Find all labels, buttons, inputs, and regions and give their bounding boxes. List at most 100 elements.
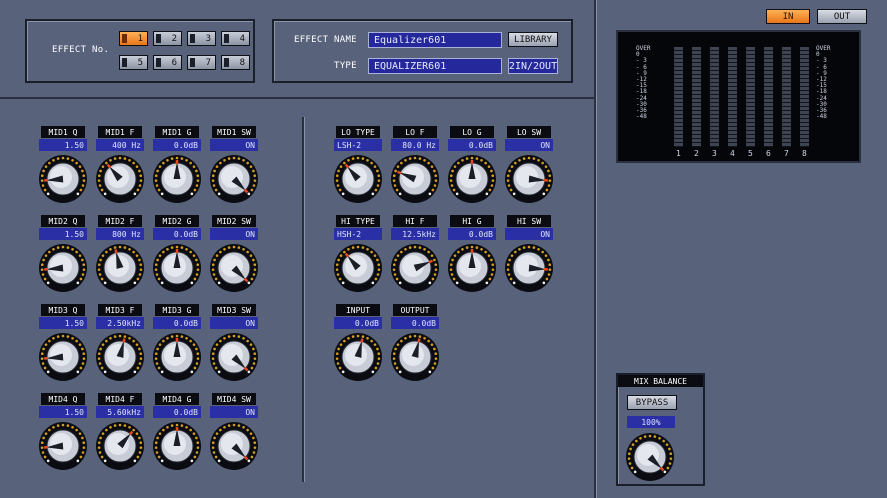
meter-channel-bar [728,47,737,147]
effect-info-panel: EFFECT NAME Equalizer601 LIBRARY TYPE EQ… [272,19,573,83]
param-label: MID3 SW [212,304,256,316]
param-value: 80.0 Hz [391,139,439,151]
param-value: ON [210,406,258,418]
param-value: 1.50 [39,317,87,329]
effect-number-button-1[interactable]: 1 [119,31,148,46]
param-knob[interactable] [447,242,497,292]
band-param-cell: LO G 0.0dB [445,126,499,208]
mid-param-cell: MID3 F 2.50kHz [93,304,147,386]
param-knob[interactable] [38,420,88,470]
param-label: OUTPUT [393,304,437,316]
param-knob[interactable] [333,153,383,203]
effect-number-label: EFFECT No. [52,45,110,55]
param-value: ON [210,317,258,329]
param-value: HSH-2 [334,228,382,240]
param-label: HI G [450,215,494,227]
mid-param-cell: MID1 SW ON [207,126,261,208]
band-param-cell: INPUT 0.0dB [331,304,385,386]
param-label: MID1 F [98,126,142,138]
param-knob[interactable] [152,153,202,203]
param-knob[interactable] [38,242,88,292]
effect-number-button-6[interactable]: 6 [153,55,182,70]
param-value: ON [210,228,258,240]
band-param-cell: HI G 0.0dB [445,215,499,297]
param-knob[interactable] [209,331,259,381]
meter-channel-bar [710,47,719,147]
param-label: LO G [450,126,494,138]
param-knob[interactable] [504,153,554,203]
param-value: LSH-2 [334,139,382,151]
param-knob[interactable] [152,242,202,292]
param-knob[interactable] [447,153,497,203]
mix-balance-knob[interactable] [625,431,675,481]
effect-number-button-5[interactable]: 5 [119,55,148,70]
band-param-cell: HI SW ON [502,215,556,297]
param-label: LO TYPE [336,126,380,138]
right-pane-separator [594,0,596,498]
param-knob[interactable] [152,420,202,470]
param-knob[interactable] [390,331,440,381]
param-label: MID4 F [98,393,142,405]
param-label: INPUT [336,304,380,316]
effect-name-display: Equalizer601 [368,32,502,48]
param-knob[interactable] [95,420,145,470]
param-label: LO F [393,126,437,138]
meter-scale-mark: -48 [816,113,827,121]
band-param-cell: LO F 80.0 Hz [388,126,442,208]
meter-channel-number: 3 [712,149,717,158]
param-knob[interactable] [390,242,440,292]
param-knob[interactable] [95,242,145,292]
param-value: 2.50kHz [96,317,144,329]
param-knob[interactable] [38,331,88,381]
param-value: 1.50 [39,406,87,418]
param-label: MID3 Q [41,304,85,316]
param-knob[interactable] [390,153,440,203]
param-label: HI F [393,215,437,227]
param-value: 400 Hz [96,139,144,151]
effect-number-button-4[interactable]: 4 [221,31,250,46]
effect-number-button-3[interactable]: 3 [187,31,216,46]
band-param-cell: OUTPUT 0.0dB [388,304,442,386]
meter-channel-bar [692,47,701,147]
meter-channel-bar [800,47,809,147]
param-knob[interactable] [209,242,259,292]
meter-channel-number: 7 [784,149,789,158]
param-knob[interactable] [333,331,383,381]
param-knob[interactable] [333,242,383,292]
param-value: 0.0dB [153,406,201,418]
effect-number-button-7[interactable]: 7 [187,55,216,70]
library-button[interactable]: LIBRARY [508,32,558,47]
param-knob[interactable] [38,153,88,203]
effect-number-button-8[interactable]: 8 [221,55,250,70]
param-value: 0.0dB [153,317,201,329]
param-value: 0.0dB [153,228,201,240]
param-label: MID2 SW [212,215,256,227]
meter-channel-bar [746,47,755,147]
param-label: MID3 G [155,304,199,316]
mid-param-cell: MID1 Q 1.50 [36,126,90,208]
param-value: ON [505,228,553,240]
param-knob[interactable] [152,331,202,381]
param-label: MID2 F [98,215,142,227]
mid-param-cell: MID4 Q 1.50 [36,393,90,475]
meter-channel-number: 1 [676,149,681,158]
bypass-button[interactable]: BYPASS [627,395,677,410]
param-label: MID2 G [155,215,199,227]
meter-channel-bar [764,47,773,147]
param-knob[interactable] [504,242,554,292]
param-knob[interactable] [209,153,259,203]
in-toggle-button[interactable]: IN [766,9,810,24]
param-value: ON [210,139,258,151]
param-knob[interactable] [209,420,259,470]
param-value: 1.50 [39,228,87,240]
meter-channel-bar [782,47,791,147]
mid-param-cell: MID4 F 5.60kHz [93,393,147,475]
effect-number-button-2[interactable]: 2 [153,31,182,46]
band-param-cell: HI F 12.5kHz [388,215,442,297]
param-knob[interactable] [95,331,145,381]
mid-param-cell: MID3 Q 1.50 [36,304,90,386]
out-toggle-button[interactable]: OUT [817,9,867,24]
param-knob[interactable] [95,153,145,203]
param-value: 800 Hz [96,228,144,240]
mid-param-cell: MID4 SW ON [207,393,261,475]
